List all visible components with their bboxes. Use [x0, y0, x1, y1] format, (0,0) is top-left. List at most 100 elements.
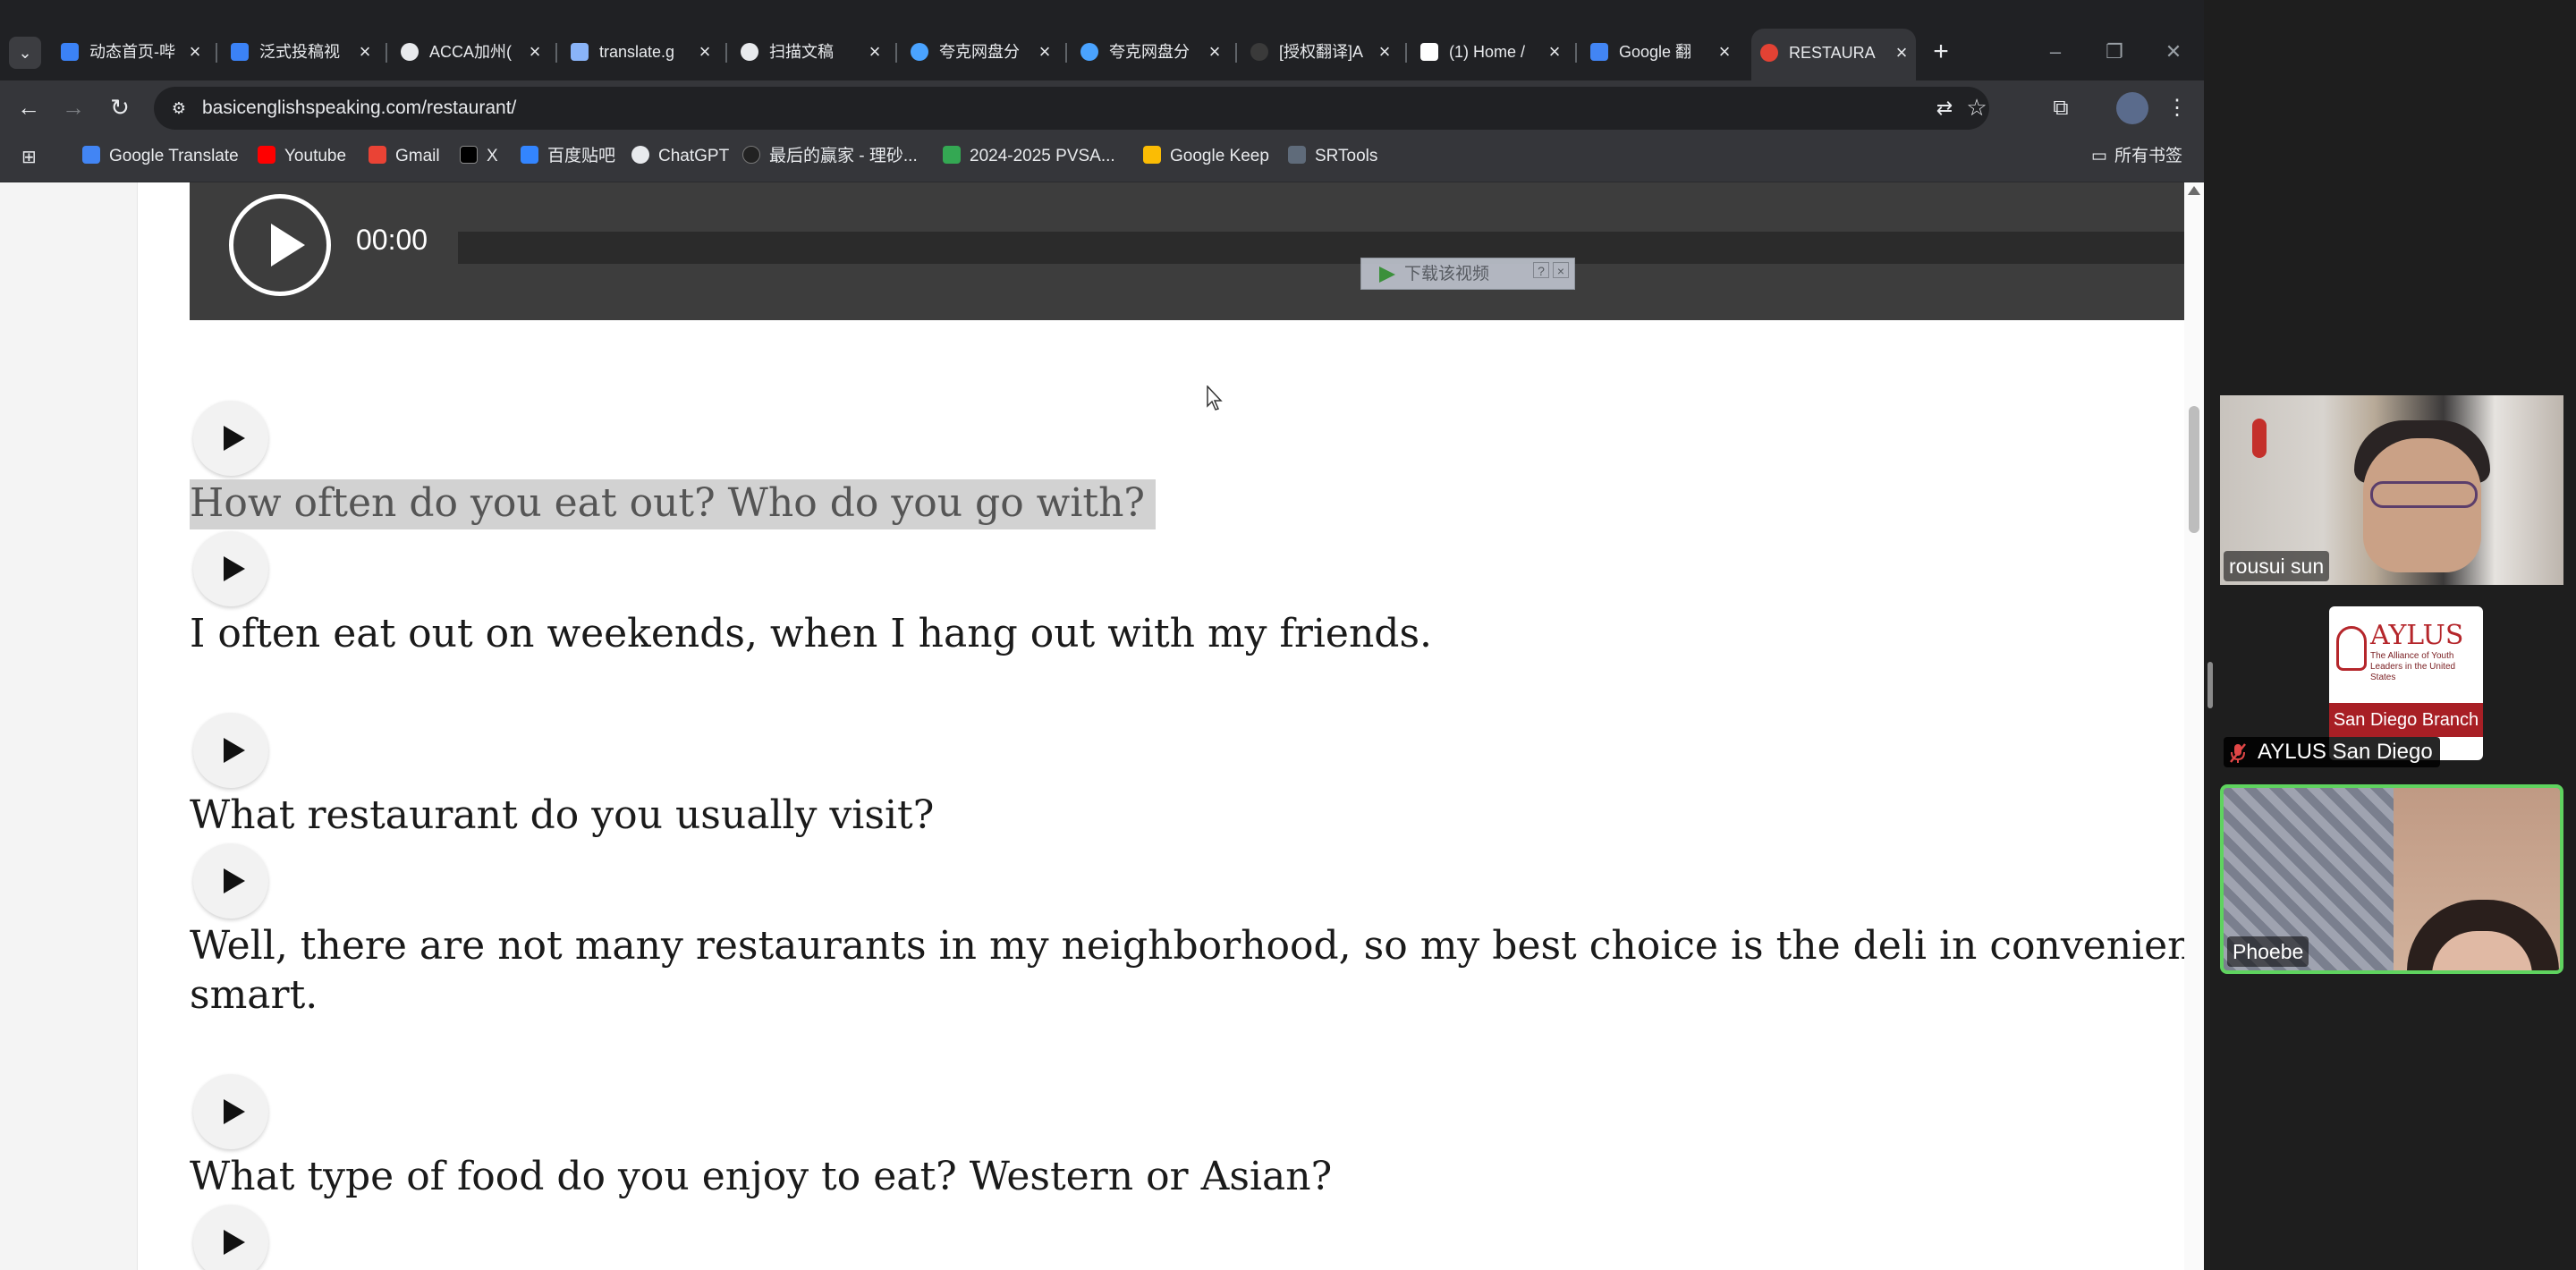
tab-close-icon[interactable]: × — [1374, 34, 1395, 70]
line-play-button[interactable] — [193, 1205, 268, 1270]
tab-divider — [386, 43, 387, 63]
all-bookmarks-button[interactable]: ▭ 所有书签 — [2091, 136, 2182, 177]
dialogue-line: Well, there are not many restaurants in … — [190, 923, 2204, 969]
participant-video-tile[interactable]: rousui sun — [2220, 395, 2563, 585]
play-icon[interactable] — [229, 194, 331, 296]
close-icon[interactable]: × — [1553, 262, 1569, 278]
tab-title: translate.g — [599, 43, 675, 61]
bookmark-google-translate[interactable]: Google Translate — [82, 136, 239, 177]
line-play-button[interactable] — [193, 713, 268, 788]
srtools-icon — [1288, 145, 1306, 164]
address-bar[interactable]: ⚙ basicenglishspeaking.com/restaurant/ ⇄… — [154, 87, 1989, 130]
bookmark-gmail[interactable]: Gmail — [369, 136, 440, 177]
participant-name-label: AYLUS San Diego — [2224, 737, 2440, 767]
tab-title: 夸克网盘分 — [939, 43, 1020, 61]
tab-close-icon[interactable]: × — [1891, 29, 1912, 77]
bilibili-icon — [231, 43, 249, 61]
tab-close-icon[interactable]: × — [184, 34, 206, 70]
participant-video-tile[interactable]: AYLUS The Alliance of Youth Leaders in t… — [2220, 592, 2563, 782]
bookmark-google-keep[interactable]: Google Keep — [1143, 136, 1269, 177]
menu-icon[interactable]: ⋮ — [2161, 92, 2193, 124]
bookmark-srtools[interactable]: SRTools — [1288, 136, 1377, 177]
tab-close-icon[interactable]: × — [864, 34, 886, 70]
browser-toolbar: ← → ↻ ⚙ basicenglishspeaking.com/restaur… — [0, 80, 2204, 136]
line-play-button[interactable] — [193, 1074, 268, 1149]
tab-close-icon[interactable]: × — [694, 34, 716, 70]
scrollbar-thumb[interactable] — [2189, 406, 2199, 533]
folder-icon: ▭ — [2091, 147, 2107, 165]
tab-title: ACCA加州( — [429, 43, 513, 61]
page-scrollbar[interactable] — [2184, 182, 2204, 1270]
site-info-icon[interactable]: ⚙ — [168, 97, 190, 119]
tab-strip: ⌄ 动态首页-哔 × 泛式投稿视 × ACCA加州( × translate.g… — [0, 0, 2204, 80]
tab-4[interactable]: translate.g × — [562, 34, 719, 70]
tab-title: 扫描文稿 — [769, 43, 834, 61]
tab-close-icon[interactable]: × — [1544, 34, 1565, 70]
dialogue-line-highlighted: How often do you eat out? Who do you go … — [190, 479, 1157, 529]
bookmark-chatgpt[interactable]: ChatGPT — [631, 136, 729, 177]
tab-1[interactable]: 动态首页-哔 × — [52, 34, 209, 70]
bookmark-pvsa[interactable]: 2024-2025 PVSA... — [943, 136, 1115, 177]
bookmark-label: Youtube — [284, 147, 347, 165]
reload-button[interactable]: ↻ — [102, 89, 138, 125]
tab-divider — [555, 43, 557, 63]
video-download-popup[interactable]: 下载该视频 ? × — [1360, 258, 1575, 290]
tab-close-icon[interactable]: × — [1034, 34, 1055, 70]
tab-close-icon[interactable]: × — [524, 34, 546, 70]
tab-close-icon[interactable]: × — [354, 34, 376, 70]
audio-progress-bar[interactable] — [458, 232, 2184, 264]
close-window-button[interactable]: ✕ — [2154, 34, 2193, 70]
bookmark-youtube[interactable]: Youtube — [258, 136, 346, 177]
profile-avatar[interactable] — [2116, 92, 2148, 124]
tab-9[interactable]: (1) Home / × — [1411, 34, 1569, 70]
google-translate-icon — [1590, 43, 1608, 61]
back-button[interactable]: ← — [11, 89, 47, 125]
apps-grid-icon[interactable]: ⊞ — [21, 148, 41, 167]
participant-video-tile-active-speaker[interactable]: Phoebe — [2220, 784, 2563, 974]
tab-divider — [1065, 43, 1067, 63]
keep-icon — [1143, 145, 1161, 164]
tab-7[interactable]: 夸克网盘分 × — [1072, 34, 1229, 70]
bookmark-last-winner[interactable]: 最后的赢家 - 理砂... — [742, 136, 918, 177]
tab-title: Google 翻 — [1619, 43, 1692, 61]
tab-close-icon[interactable]: × — [1204, 34, 1225, 70]
gmail-icon — [369, 145, 386, 164]
all-bookmarks-label: 所有书签 — [2114, 147, 2182, 165]
scroll-up-arrow-icon[interactable] — [2188, 186, 2200, 195]
bookmark-baidu-tieba[interactable]: 百度贴吧 — [521, 136, 615, 177]
bookmark-x[interactable]: X — [460, 136, 498, 177]
quark-icon — [911, 43, 928, 61]
microphone-muted-icon — [2229, 737, 2250, 767]
bookmark-star-icon[interactable]: ☆ — [1964, 95, 1989, 120]
panel-resize-handle[interactable] — [2207, 662, 2213, 708]
line-play-button[interactable] — [193, 843, 268, 919]
tab-3[interactable]: ACCA加州( × — [392, 34, 549, 70]
participant-name: rousui sun — [2224, 551, 2330, 581]
bookmark-label: Google Translate — [109, 147, 239, 165]
new-tab-button[interactable]: + — [1925, 36, 1957, 68]
tab-6[interactable]: 夸克网盘分 × — [902, 34, 1059, 70]
tab-close-icon[interactable]: × — [1714, 34, 1735, 70]
download-video-label: 下载该视频 — [1404, 265, 1490, 284]
extensions-icon[interactable]: ⧉ — [2045, 92, 2077, 124]
logo-tagline: The Alliance of Youth Leaders in the Uni… — [2370, 651, 2456, 682]
tab-11-active[interactable]: RESTAURA × — [1751, 29, 1916, 80]
minimize-button[interactable]: – — [2036, 34, 2075, 70]
help-icon[interactable]: ? — [1533, 262, 1549, 278]
participant-name: Phoebe — [2227, 936, 2309, 967]
tab-10[interactable]: Google 翻 × — [1581, 34, 1739, 70]
tab-5[interactable]: 扫描文稿 × — [732, 34, 889, 70]
globe-icon — [401, 43, 419, 61]
tab-search-button[interactable]: ⌄ — [9, 37, 41, 69]
tab-2[interactable]: 泛式投稿视 × — [222, 34, 379, 70]
participant-name: AYLUS San Diego — [2258, 740, 2433, 764]
line-play-button[interactable] — [193, 531, 268, 606]
translate-page-icon[interactable]: ⇄ — [1932, 96, 1957, 121]
tab-8[interactable]: [授权翻译]A × — [1241, 34, 1399, 70]
line-play-button[interactable] — [193, 401, 268, 476]
youtube-icon — [258, 145, 275, 164]
restore-button[interactable]: ❐ — [2095, 34, 2134, 70]
url-text[interactable]: basicenglishspeaking.com/restaurant/ — [202, 87, 516, 130]
forward-button[interactable]: → — [55, 89, 91, 125]
dialogue-line-continuation: smart. — [190, 972, 318, 1018]
